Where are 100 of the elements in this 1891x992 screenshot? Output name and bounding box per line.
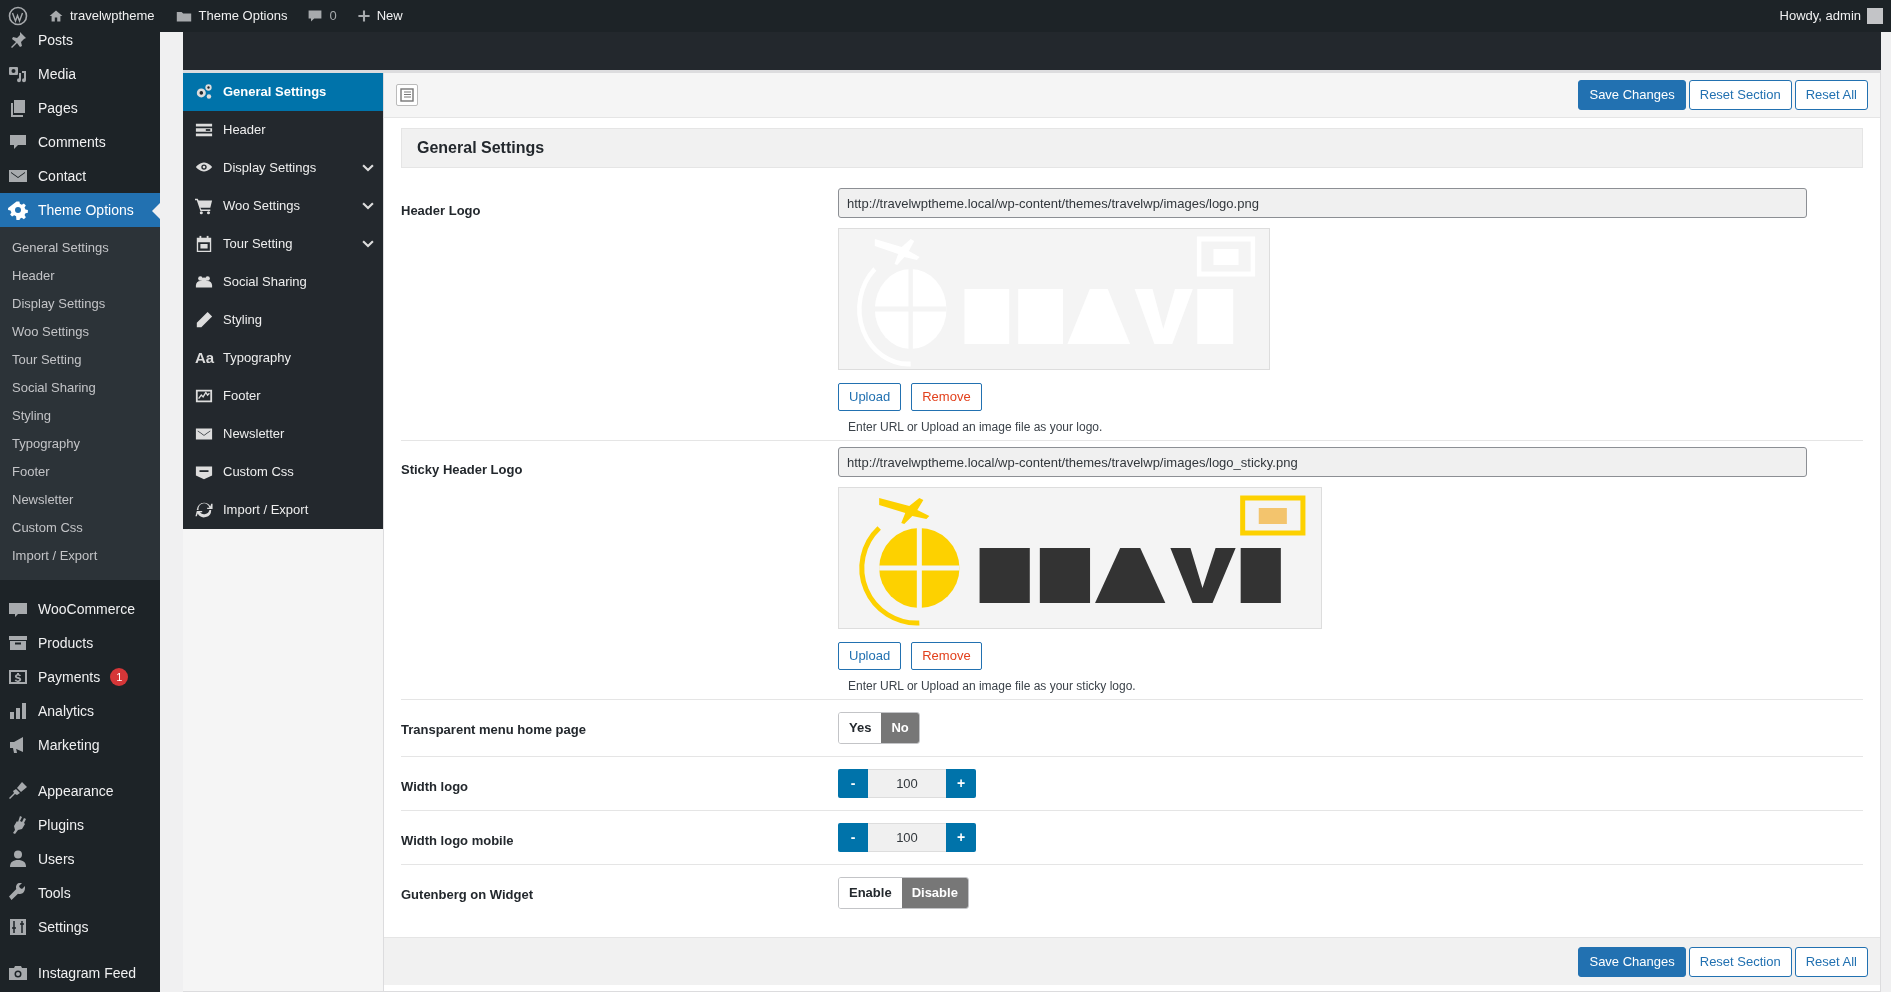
comment-count: 0	[329, 7, 337, 26]
chart-window-icon	[195, 387, 213, 405]
menu-item[interactable]: Theme Options	[0, 193, 160, 227]
save-button[interactable]: Save Changes	[1578, 946, 1686, 977]
options-menu-item[interactable]: Footer	[183, 377, 383, 415]
submenu-item[interactable]: Import / Export	[0, 542, 160, 570]
archive-box-icon	[8, 633, 28, 653]
dollar-icon	[8, 667, 28, 687]
field-label: Sticky Header Logo	[401, 462, 523, 477]
options-menu-item[interactable]: Header	[183, 111, 383, 149]
refresh-icon	[195, 501, 213, 519]
menu-item[interactable]: Contact	[0, 159, 160, 193]
section-title: General Settings	[417, 138, 545, 158]
submenu-item[interactable]: Styling	[0, 402, 160, 430]
layout-toggle-button[interactable]	[396, 84, 418, 106]
wordpress-logo-icon[interactable]	[8, 6, 28, 26]
menu-item[interactable]: Appearance	[0, 774, 160, 808]
url-field[interactable]: http://travelwptheme.local/wp-content/themes/travelwp/images/logo_sticky.png	[838, 447, 1807, 477]
options-menu-item[interactable]: Import / Export	[183, 491, 383, 529]
speech-bubble-icon[interactable]	[307, 8, 324, 24]
field-label: Width logo mobile	[401, 833, 514, 848]
count-badge: 1	[110, 668, 129, 686]
pencil-icon	[195, 311, 213, 329]
options-menu-item[interactable]: Custom Css	[183, 453, 383, 491]
speech-bubble-icon	[8, 132, 28, 152]
reset-button[interactable]: Reset Section	[1688, 80, 1792, 110]
save-button[interactable]: Save Changes	[1578, 80, 1686, 110]
menu-item[interactable]: Posts	[0, 32, 160, 57]
field-label: Header Logo	[401, 203, 481, 218]
menu-item[interactable]: Payments 1	[0, 660, 160, 694]
options-menu-item[interactable]: Styling	[183, 301, 383, 339]
options-menu-item[interactable]: Aa Typography	[183, 339, 383, 377]
reset-button[interactable]: Reset Section	[1688, 946, 1792, 977]
field-label: Width logo	[401, 779, 469, 794]
submenu-item[interactable]: Social Sharing	[0, 374, 160, 402]
number-field[interactable]: 100	[868, 823, 946, 852]
home-icon[interactable]	[48, 8, 64, 24]
greeting-link[interactable]: Howdy, admin	[1779, 6, 1861, 26]
submenu-item[interactable]: Custom Css	[0, 514, 160, 542]
theme-options-link[interactable]: Theme Options	[198, 6, 288, 26]
options-menu-item[interactable]: Social Sharing	[183, 263, 383, 301]
increment-button[interactable]: +	[946, 769, 976, 798]
menu-item[interactable]: Plugins	[0, 808, 160, 842]
gear-icon	[8, 200, 28, 220]
cart-icon	[195, 197, 213, 215]
bar-chart-icon	[8, 701, 28, 721]
field-label: Transparent menu home page	[401, 722, 586, 737]
stacked-bars-icon	[195, 121, 213, 139]
media-icon	[8, 64, 28, 84]
user-icon	[8, 849, 28, 869]
options-menu-item[interactable]: General Settings	[183, 73, 383, 111]
upload-button[interactable]: Upload	[838, 642, 902, 670]
menu-item[interactable]: Instagram Feed	[0, 956, 160, 990]
new-link[interactable]: New	[376, 6, 403, 26]
url-field[interactable]: http://travelwptheme.local/wp-content/themes/travelwp/images/logo.png	[838, 188, 1807, 218]
menu-item[interactable]: Pages	[0, 91, 160, 125]
submenu-item[interactable]: Typography	[0, 430, 160, 458]
submenu-item[interactable]: Tour Setting	[0, 346, 160, 374]
camera-icon	[8, 963, 28, 983]
reset-button[interactable]: Reset All	[1794, 946, 1868, 977]
increment-button[interactable]: +	[946, 823, 976, 852]
calendar-icon	[195, 235, 213, 253]
font-icon: Aa	[195, 346, 213, 370]
sliders-icon	[8, 917, 28, 937]
submenu-item[interactable]: Display Settings	[0, 290, 160, 318]
plus-icon[interactable]	[356, 9, 371, 23]
reset-button[interactable]: Reset All	[1794, 80, 1868, 110]
menu-item[interactable]: Tools	[0, 876, 160, 910]
options-menu-item[interactable]: Tour Setting	[183, 225, 383, 263]
site-link[interactable]: travelwptheme	[70, 6, 155, 26]
submenu-item[interactable]: Newsletter	[0, 486, 160, 514]
options-menu-item[interactable]: Display Settings	[183, 149, 383, 187]
submenu-item[interactable]: General Settings	[0, 234, 160, 262]
options-menu-item[interactable]: Woo Settings	[183, 187, 383, 225]
decrement-button[interactable]: -	[838, 823, 868, 852]
menu-item[interactable]: Comments	[0, 125, 160, 159]
menu-item[interactable]: Marketing	[0, 728, 160, 762]
menu-item[interactable]: Analytics	[0, 694, 160, 728]
toggle-option[interactable]: Disable	[901, 878, 968, 908]
menu-item[interactable]: Users	[0, 842, 160, 876]
menu-item[interactable]: Products	[0, 626, 160, 660]
submenu-item[interactable]: Footer	[0, 458, 160, 486]
submenu-item[interactable]: Woo Settings	[0, 318, 160, 346]
current-pointer	[152, 203, 160, 219]
gears-icon	[195, 83, 213, 101]
help-text: Enter URL or Upload an image file as your sticky logo.	[848, 678, 1137, 695]
submenu-item[interactable]: Header	[0, 262, 160, 290]
remove-button[interactable]: Remove	[911, 383, 982, 411]
menu-item[interactable]: Media	[0, 57, 160, 91]
paintbrush-icon	[8, 781, 28, 801]
menu-item[interactable]: WooCommerce	[0, 592, 160, 626]
remove-button[interactable]: Remove	[911, 642, 982, 670]
layout-icon	[400, 88, 414, 102]
toggle-option[interactable]: No	[881, 713, 919, 743]
options-menu-item[interactable]: Newsletter	[183, 415, 383, 453]
menu-item[interactable]: Settings	[0, 910, 160, 944]
help-text: Enter URL or Upload an image file as your logo.	[848, 419, 1104, 436]
upload-button[interactable]: Upload	[838, 383, 902, 411]
decrement-button[interactable]: -	[838, 769, 868, 798]
number-field[interactable]: 100	[868, 769, 946, 798]
